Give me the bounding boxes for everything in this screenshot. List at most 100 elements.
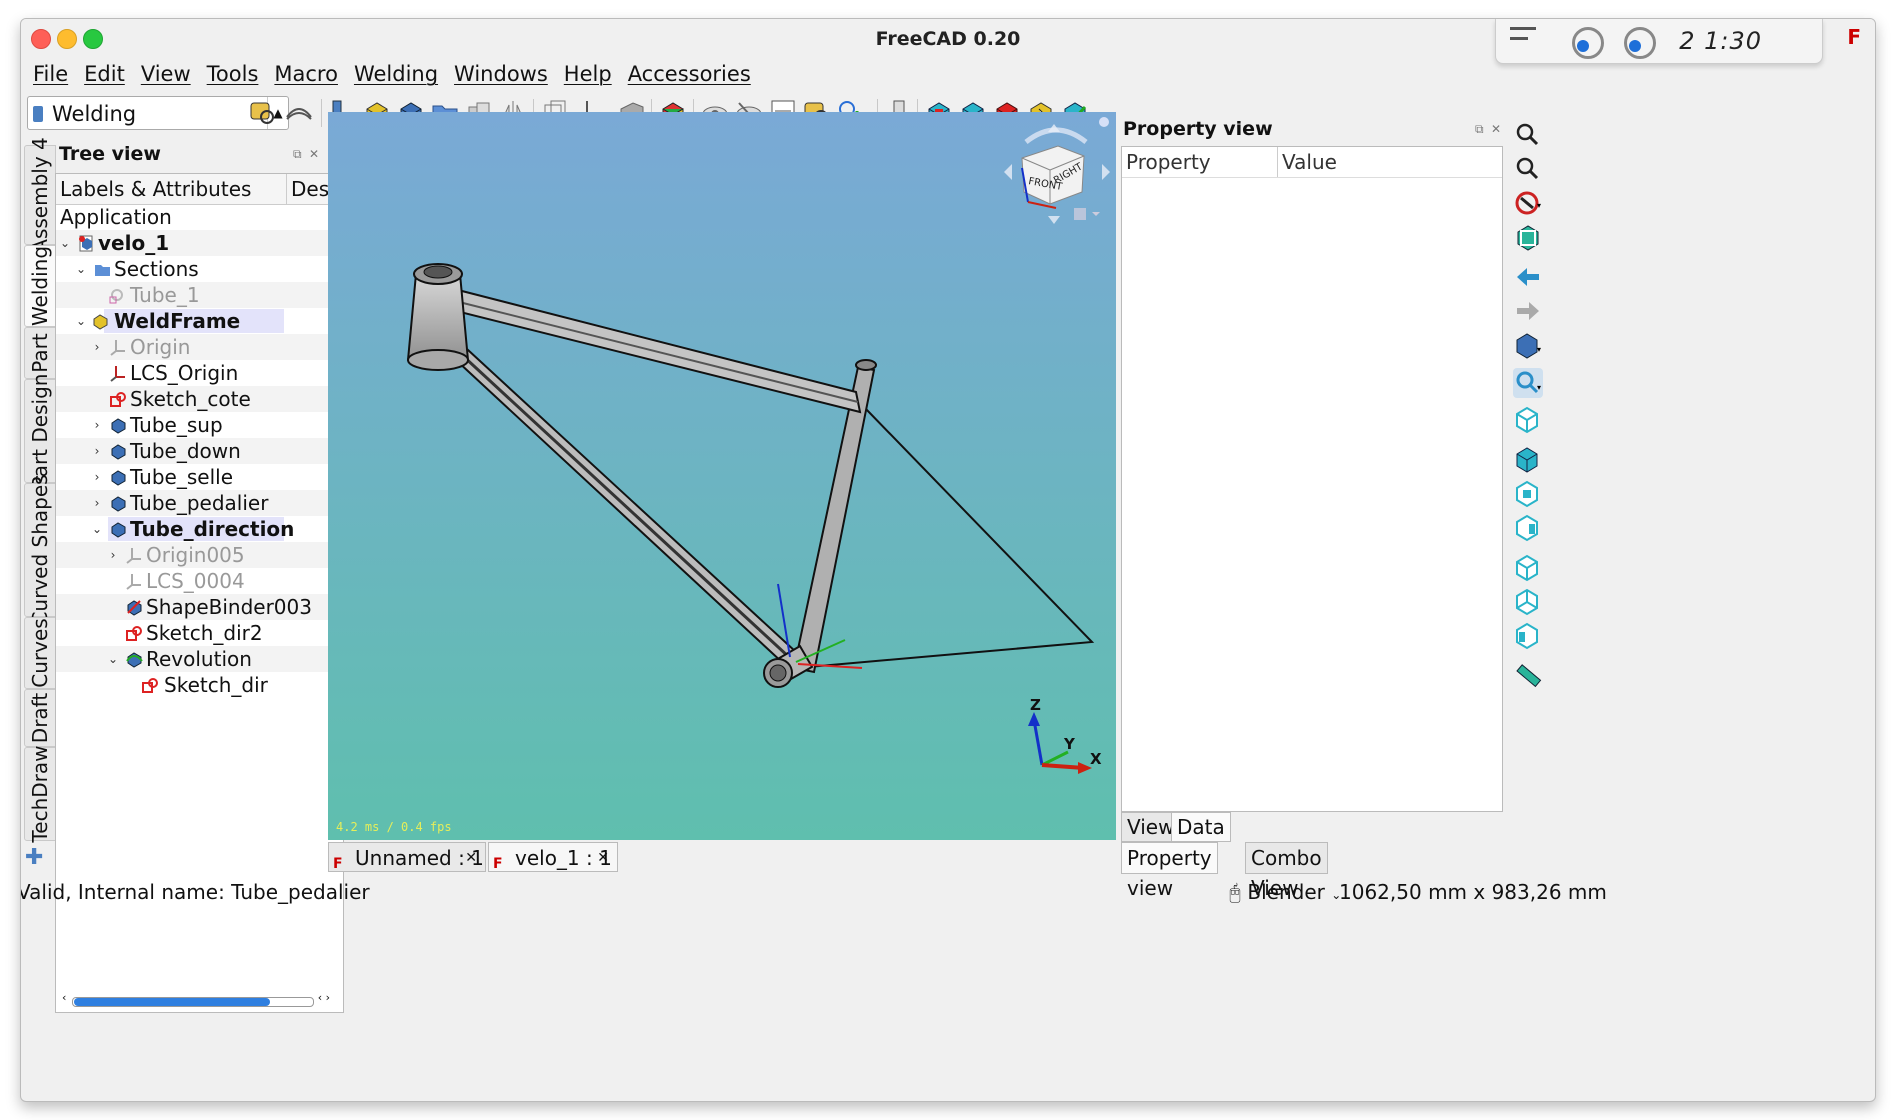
tab-part-design[interactable]: Part Design	[24, 374, 56, 488]
close-icon[interactable]: ✕	[1491, 122, 1501, 136]
menu-file[interactable]: File	[25, 59, 76, 89]
svg-text:▾: ▾	[1537, 201, 1541, 210]
shape-binder-icon	[127, 600, 142, 616]
zoom-in-icon[interactable]	[1513, 120, 1543, 150]
tray-menu-icon[interactable]	[1510, 27, 1536, 50]
tray-status-icon[interactable]	[1624, 27, 1656, 59]
menu-help[interactable]: Help	[556, 59, 620, 89]
loop-tool-icon[interactable]	[283, 97, 315, 129]
view-top-icon[interactable]	[1513, 478, 1543, 508]
measure-tool-icon[interactable]	[247, 97, 279, 129]
document-icon	[79, 235, 93, 252]
zoom-out-icon[interactable]	[1513, 154, 1543, 184]
view-toolbar: ▾ ▾ ▾	[1505, 112, 1551, 872]
navigation-cube[interactable]: FRONT RIGHT	[1004, 117, 1110, 224]
menu-edit[interactable]: Edit	[76, 59, 133, 89]
chevron-right-icon[interactable]: ›	[106, 542, 120, 568]
tab-part[interactable]: Part	[24, 327, 56, 379]
freecad-window: FreeCAD 0.20 2 1:30 F File Edit View Too…	[20, 18, 1876, 1102]
menu-accessories[interactable]: Accessories	[620, 59, 759, 89]
chevron-right-icon[interactable]: ›	[90, 412, 104, 438]
tray-clock: 2 1:30	[1679, 27, 1762, 55]
tab-curves[interactable]: Curves	[24, 617, 56, 689]
column-labels[interactable]: Labels & Attributes	[60, 174, 251, 204]
tree-item-sketch-dir2[interactable]: Sketch_dir2	[56, 620, 343, 646]
tree-item-tube-sup[interactable]: › Tube_sup	[56, 412, 343, 438]
property-table[interactable]: Property Value	[1121, 146, 1503, 812]
view-bottom-icon[interactable]	[1513, 586, 1543, 616]
tree-item-tube-pedalier[interactable]: › Tube_pedalier	[56, 490, 343, 516]
view-left-icon[interactable]	[1513, 620, 1543, 650]
menu-tools[interactable]: Tools	[199, 59, 267, 89]
tree-item-origin005[interactable]: › Origin005	[56, 542, 343, 568]
tab-combo-view[interactable]: Combo View	[1245, 842, 1328, 900]
tree-horizontal-scrollbar[interactable]: ‹ ‹ ›	[62, 991, 334, 1008]
tree-item-application[interactable]: Application	[56, 204, 343, 230]
doc-tab-unnamed[interactable]: F Unnamed : 1 ✕	[328, 842, 486, 872]
tree-item-revolution[interactable]: ⌄ Revolution	[56, 646, 343, 672]
tab-assembly-4[interactable]: Assembly 4	[24, 137, 56, 253]
tab-curved-shapes[interactable]: Curved Shapes	[24, 474, 56, 626]
add-icon[interactable]: ✚	[25, 845, 43, 870]
close-icon[interactable]: ✕	[597, 843, 609, 873]
navigation-style-selector[interactable]: 🖰 Blender ⌄	[1229, 877, 1341, 910]
scrollbar-thumb[interactable]	[74, 998, 270, 1006]
column-property[interactable]: Property	[1126, 147, 1211, 177]
tree-item-tube-1[interactable]: Tube_1	[56, 282, 343, 308]
chevron-right-icon[interactable]: ›	[90, 334, 104, 360]
doc-tab-velo-1[interactable]: F velo_1 : 1 ✕	[488, 842, 618, 872]
column-value[interactable]: Value	[1277, 147, 1337, 177]
close-icon[interactable]: ✕	[309, 147, 319, 161]
tree-item-sketch-cote[interactable]: Sketch_cote	[56, 386, 343, 412]
bounding-box-icon[interactable]	[1513, 222, 1543, 252]
3d-viewport[interactable]: FRONT RIGHT Z Y X 4.2 ms / 0.4 fps	[328, 112, 1116, 840]
view-right-icon[interactable]	[1513, 512, 1543, 542]
tab-welding[interactable]: Welding	[24, 245, 56, 327]
chevron-right-icon[interactable]: ›	[90, 464, 104, 490]
tree-item-lcs-0004[interactable]: LCS_0004	[56, 568, 343, 594]
menu-welding[interactable]: Welding	[346, 59, 446, 89]
chevron-down-icon[interactable]: ⌄	[90, 516, 104, 542]
tree-item-velo-1[interactable]: ⌄ velo_1	[56, 230, 343, 256]
tree-item-tube-selle[interactable]: › Tube_selle	[56, 464, 343, 490]
menu-windows[interactable]: Windows	[446, 59, 556, 89]
chevron-down-icon[interactable]: ⌄	[106, 646, 120, 672]
back-arrow-icon[interactable]	[1513, 262, 1543, 292]
chevron-down-icon[interactable]: ⌄	[74, 308, 88, 334]
tab-property-view[interactable]: Property view	[1121, 842, 1218, 900]
tree-item-tube-direction[interactable]: ⌄ Tube_direction	[56, 516, 343, 542]
tab-techdraw[interactable]: TechDraw	[24, 745, 56, 843]
view-front-icon[interactable]	[1513, 444, 1543, 474]
float-icon[interactable]: ⧉	[1475, 122, 1484, 137]
tree-item-weldframe[interactable]: ⌄ WeldFrame	[56, 308, 343, 334]
close-icon[interactable]: ✕	[465, 843, 477, 873]
tray-status-icon[interactable]	[1572, 27, 1604, 59]
view-isometric-icon[interactable]	[1513, 404, 1543, 434]
chevron-down-icon[interactable]: ⌄	[58, 230, 72, 256]
menu-macro[interactable]: Macro	[266, 59, 346, 89]
std-view-icon[interactable]: ▾	[1513, 330, 1543, 360]
chevron-right-icon[interactable]: ›	[90, 438, 104, 464]
chevron-down-icon[interactable]: ⌄	[74, 256, 88, 282]
tree-item-lcs-origin[interactable]: LCS_Origin	[56, 360, 343, 386]
fit-all-icon[interactable]: ▾	[1513, 368, 1543, 398]
view-rear-icon[interactable]	[1513, 552, 1543, 582]
body-icon	[111, 522, 126, 538]
tree-item-tube-down[interactable]: › Tube_down	[56, 438, 343, 464]
tree-item-sketch-dir[interactable]: Sketch_dir	[56, 672, 343, 698]
forward-arrow-icon[interactable]	[1513, 296, 1543, 326]
document-tabs: F Unnamed : 1 ✕ F velo_1 : 1 ✕	[328, 842, 1116, 876]
tree-item-shapebinder003[interactable]: ShapeBinder003	[56, 594, 343, 620]
property-view-title: Property view	[1123, 118, 1273, 140]
tree-item-sections[interactable]: ⌄ Sections	[56, 256, 343, 282]
chevron-right-icon[interactable]: ›	[90, 490, 104, 516]
tab-draft[interactable]: Draft	[24, 689, 56, 747]
draw-style-icon[interactable]: ▾	[1513, 188, 1543, 218]
float-icon[interactable]: ⧉	[293, 147, 302, 162]
tree-item-origin[interactable]: › Origin	[56, 334, 343, 360]
menu-view[interactable]: View	[133, 59, 199, 89]
tab-data[interactable]: Data	[1171, 812, 1231, 842]
bike-frame-model[interactable]: FRONT RIGHT Z Y X	[328, 112, 1116, 840]
measure-ruler-icon[interactable]	[1513, 660, 1543, 690]
system-tray: 2 1:30	[1495, 19, 1823, 64]
